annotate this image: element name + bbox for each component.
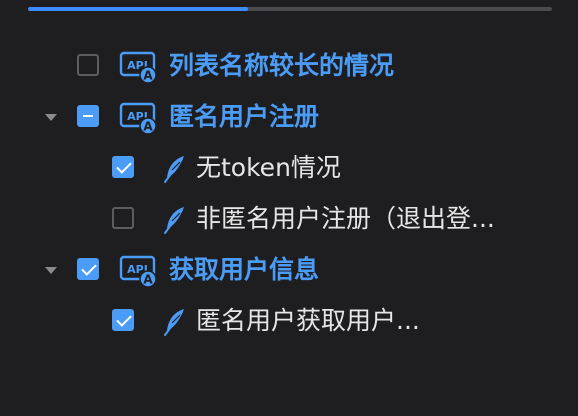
tree-item-folder[interactable]: API A 列表名称较长的情况	[0, 42, 578, 93]
api-tree: API A 列表名称较长的情况 API A 匿名用户注册 无token情况 非匿…	[0, 42, 578, 348]
progress-bar	[28, 7, 552, 11]
tree-item-label: 非匿名用户注册（退出登...	[196, 204, 495, 233]
caret-down-icon[interactable]	[45, 267, 57, 274]
svg-text:A: A	[143, 69, 153, 83]
tree-item-checkbox[interactable]	[77, 105, 99, 127]
tree-item-folder[interactable]: API A 获取用户信息	[0, 246, 578, 297]
tree-item-checkbox[interactable]	[112, 207, 134, 229]
feather-icon	[164, 207, 184, 234]
tree-item-checkbox[interactable]	[112, 309, 134, 331]
tree-item-label: 匿名用户获取用户...	[196, 306, 420, 335]
tree-item-request[interactable]: 无token情况	[0, 144, 578, 195]
feather-icon	[164, 309, 184, 336]
tree-item-checkbox[interactable]	[112, 156, 134, 178]
tree-item-checkbox[interactable]	[77, 54, 99, 76]
tree-item-request[interactable]: 非匿名用户注册（退出登...	[0, 195, 578, 246]
svg-text:A: A	[143, 273, 153, 287]
tree-item-label: 列表名称较长的情况	[169, 51, 395, 80]
svg-text:A: A	[143, 120, 153, 134]
caret-down-icon[interactable]	[45, 114, 57, 121]
tree-item-folder[interactable]: API A 匿名用户注册	[0, 93, 578, 144]
api-folder-icon: API A	[119, 255, 157, 287]
tree-item-label: 匿名用户注册	[169, 102, 320, 131]
api-folder-icon: API A	[119, 51, 157, 83]
tree-item-request[interactable]: 匿名用户获取用户...	[0, 297, 578, 348]
tree-item-label: 获取用户信息	[169, 255, 320, 284]
tree-item-label: 无token情况	[196, 153, 341, 182]
tree-item-checkbox[interactable]	[77, 258, 99, 280]
feather-icon	[164, 156, 184, 183]
api-folder-icon: API A	[119, 102, 157, 134]
progress-bar-fill	[28, 7, 249, 11]
